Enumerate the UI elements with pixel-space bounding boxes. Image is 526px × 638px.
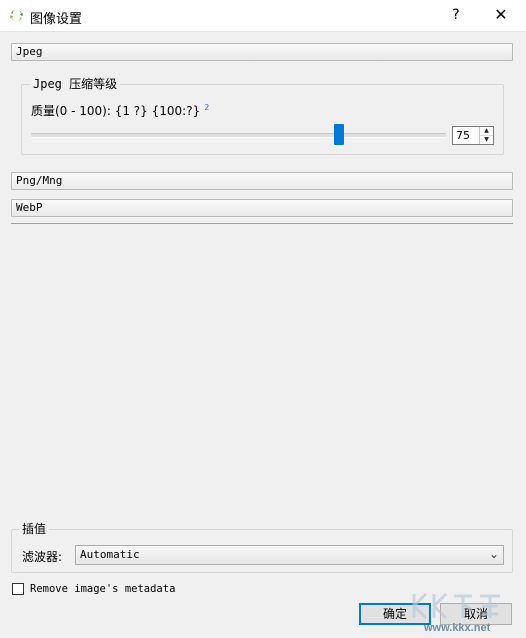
chevron-down-icon: ⌄ xyxy=(488,547,499,561)
close-button[interactable]: ✕ xyxy=(488,4,514,26)
spin-buttons: ▲ ▼ xyxy=(479,127,493,144)
quality-label: 质量(0 - 100): {1 ?} {100:?} 2 xyxy=(31,102,209,119)
quality-slider-track[interactable] xyxy=(31,133,446,138)
spin-up-icon[interactable]: ▲ xyxy=(480,127,493,136)
divider xyxy=(11,223,513,224)
remove-metadata-checkbox[interactable] xyxy=(12,583,24,595)
interpolation-title: 插值 xyxy=(19,522,50,536)
jpeg-compression-group xyxy=(21,84,504,155)
quality-slider-thumb[interactable] xyxy=(334,124,344,145)
filter-label: 滤波器: xyxy=(22,550,63,564)
refresh-arrows-icon xyxy=(9,9,24,22)
spin-down-icon[interactable]: ▼ xyxy=(480,136,493,144)
filter-value: Automatic xyxy=(80,548,140,561)
help-button[interactable]: ? xyxy=(444,4,468,26)
quality-spinbox[interactable]: 75 ▲ ▼ xyxy=(452,126,494,145)
section-webp[interactable]: WebP xyxy=(11,199,513,217)
quality-label-text: 质量(0 - 100): {1 ?} {100:?} xyxy=(31,104,201,118)
quality-spin-value[interactable]: 75 xyxy=(456,129,470,142)
section-jpeg[interactable]: Jpeg xyxy=(11,43,513,61)
quality-superscript: 2 xyxy=(204,103,210,112)
jpeg-compression-title: Jpeg 压缩等级 xyxy=(30,77,121,91)
window-title: 图像设置 xyxy=(30,12,83,27)
watermark-text: www.kkx.net xyxy=(424,622,491,634)
jpeg-group-title-text: Jpeg 压缩等级 xyxy=(33,77,118,91)
filter-select[interactable]: Automatic ⌄ xyxy=(75,545,504,565)
remove-metadata-label[interactable]: Remove image's metadata xyxy=(30,583,175,595)
section-png-mng[interactable]: Png/Mng xyxy=(11,172,513,190)
title-bar: 图像设置 ? ✕ xyxy=(0,0,526,32)
